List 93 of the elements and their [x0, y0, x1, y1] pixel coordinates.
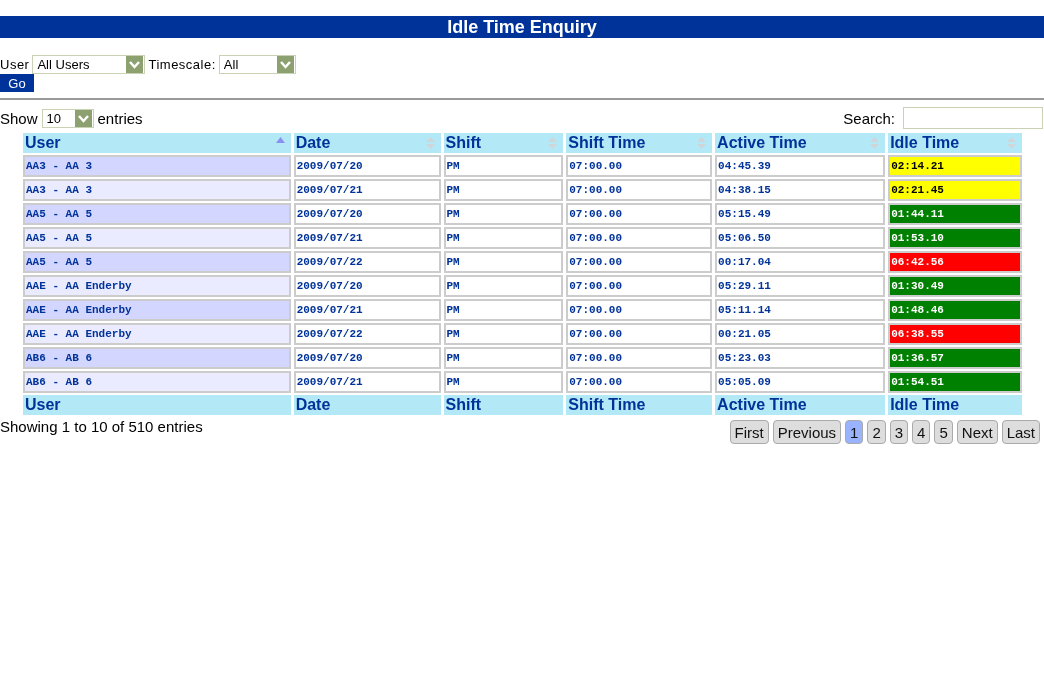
entries-select[interactable]: 10 — [41, 108, 94, 128]
pagination-button[interactable]: 1 — [845, 420, 864, 444]
shift-cell: PM — [443, 347, 564, 369]
idle-time-cell: 01:36.57 — [888, 347, 1022, 369]
user-cell: AA5 - AA 5 — [23, 203, 291, 225]
idle-time-cell: 06:38.55 — [888, 323, 1022, 345]
column-footer: Date — [293, 395, 441, 415]
date-cell: 2009/07/20 — [293, 155, 441, 177]
timescale-select[interactable]: All — [218, 55, 296, 74]
date-cell: 2009/07/22 — [293, 323, 441, 345]
shift-time-cell: 07:00.00 — [566, 203, 713, 225]
pagination-button[interactable]: 4 — [912, 420, 931, 444]
pagination-button[interactable]: 3 — [889, 420, 909, 444]
user-cell: AB6 - AB 6 — [23, 347, 291, 369]
shift-time-cell: 07:00.00 — [566, 323, 713, 345]
shift-cell: PM — [443, 251, 564, 273]
shift-time-cell: 07:00.00 — [566, 371, 713, 393]
shift-time-cell: 07:00.00 — [566, 251, 713, 273]
idle-time-cell: 01:44.11 — [888, 203, 1022, 225]
column-header[interactable]: User — [23, 133, 291, 153]
user-label: User — [0, 57, 30, 72]
date-cell: 2009/07/20 — [293, 347, 441, 369]
column-footer: Idle Time — [888, 395, 1022, 415]
shift-time-cell: 07:00.00 — [566, 275, 713, 297]
column-header[interactable]: Shift Time — [566, 133, 713, 153]
user-cell: AA5 - AA 5 — [23, 251, 291, 273]
active-time-cell: 00:17.04 — [715, 251, 886, 273]
shift-cell: PM — [443, 371, 564, 393]
column-header[interactable]: Date — [293, 133, 441, 153]
column-footer: User — [23, 395, 291, 415]
user-cell: AAE - AA Enderby — [23, 275, 291, 297]
shift-time-cell: 07:00.00 — [566, 155, 713, 177]
pagination-button[interactable]: Last — [1001, 420, 1040, 444]
active-time-cell: 05:29.11 — [715, 275, 886, 297]
user-cell: AB6 - AB 6 — [23, 371, 291, 393]
shift-cell: PM — [443, 227, 564, 249]
go-button[interactable]: Go — [0, 74, 34, 92]
pagination-button[interactable]: First — [729, 420, 769, 444]
user-cell: AA3 - AA 3 — [23, 155, 291, 177]
user-cell: AAE - AA Enderby — [23, 323, 291, 345]
date-cell: 2009/07/20 — [293, 275, 441, 297]
shift-time-cell: 07:00.00 — [566, 299, 713, 321]
shift-cell: PM — [443, 299, 564, 321]
column-footer: Shift — [443, 395, 564, 415]
date-cell: 2009/07/21 — [293, 179, 441, 201]
active-time-cell: 04:38.15 — [715, 179, 886, 201]
user-cell: AA3 - AA 3 — [23, 179, 291, 201]
idle-time-cell: 01:54.51 — [888, 371, 1022, 393]
shift-time-cell: 07:00.00 — [566, 179, 713, 201]
date-cell: 2009/07/21 — [293, 299, 441, 321]
active-time-cell: 05:11.14 — [715, 299, 886, 321]
column-footer: Active Time — [715, 395, 886, 415]
active-time-cell: 05:06.50 — [715, 227, 886, 249]
shift-cell: PM — [443, 323, 564, 345]
column-footer: Shift Time — [566, 395, 713, 415]
idle-time-cell: 02:21.45 — [888, 179, 1022, 201]
shift-cell: PM — [443, 155, 564, 177]
entries-label: entries — [97, 109, 143, 127]
user-cell: AAE - AA Enderby — [23, 299, 291, 321]
idle-time-cell: 06:42.56 — [888, 251, 1022, 273]
shift-cell: PM — [443, 179, 564, 201]
shift-time-cell: 07:00.00 — [566, 347, 713, 369]
column-header[interactable]: Active Time — [715, 133, 886, 153]
shift-cell: PM — [443, 275, 564, 297]
search-label: Search: — [843, 109, 895, 127]
active-time-cell: 05:23.03 — [715, 347, 886, 369]
idle-time-cell: 01:30.49 — [888, 275, 1022, 297]
page-title: Idle Time Enquiry — [0, 16, 1044, 38]
user-cell: AA5 - AA 5 — [23, 227, 291, 249]
column-header[interactable]: Shift — [443, 133, 564, 153]
active-time-cell: 05:15.49 — [715, 203, 886, 225]
user-select[interactable]: All Users — [32, 55, 146, 74]
pagination-button[interactable]: 2 — [867, 420, 886, 444]
entries-info: Showing 1 to 10 of 510 entries — [0, 418, 203, 435]
idle-time-cell: 01:53.10 — [888, 227, 1022, 249]
shift-time-cell: 07:00.00 — [566, 227, 713, 249]
date-cell: 2009/07/22 — [293, 251, 441, 273]
active-time-cell: 00:21.05 — [715, 323, 886, 345]
idle-time-cell: 02:14.21 — [888, 155, 1022, 177]
pagination-button[interactable]: Previous — [772, 420, 842, 444]
date-cell: 2009/07/21 — [293, 371, 441, 393]
active-time-cell: 04:45.39 — [715, 155, 886, 177]
date-cell: 2009/07/20 — [293, 203, 441, 225]
search-field[interactable] — [903, 107, 1043, 129]
shift-cell: PM — [443, 203, 564, 225]
date-cell: 2009/07/21 — [293, 227, 441, 249]
idle-time-cell: 01:48.46 — [888, 299, 1022, 321]
timescale-label: Timescale: — [148, 57, 216, 72]
column-header[interactable]: Idle Time — [888, 133, 1022, 153]
pagination-button[interactable]: Next — [956, 420, 998, 444]
show-label: Show — [0, 109, 38, 127]
pagination-button[interactable]: 5 — [934, 420, 953, 444]
active-time-cell: 05:05.09 — [715, 371, 886, 393]
